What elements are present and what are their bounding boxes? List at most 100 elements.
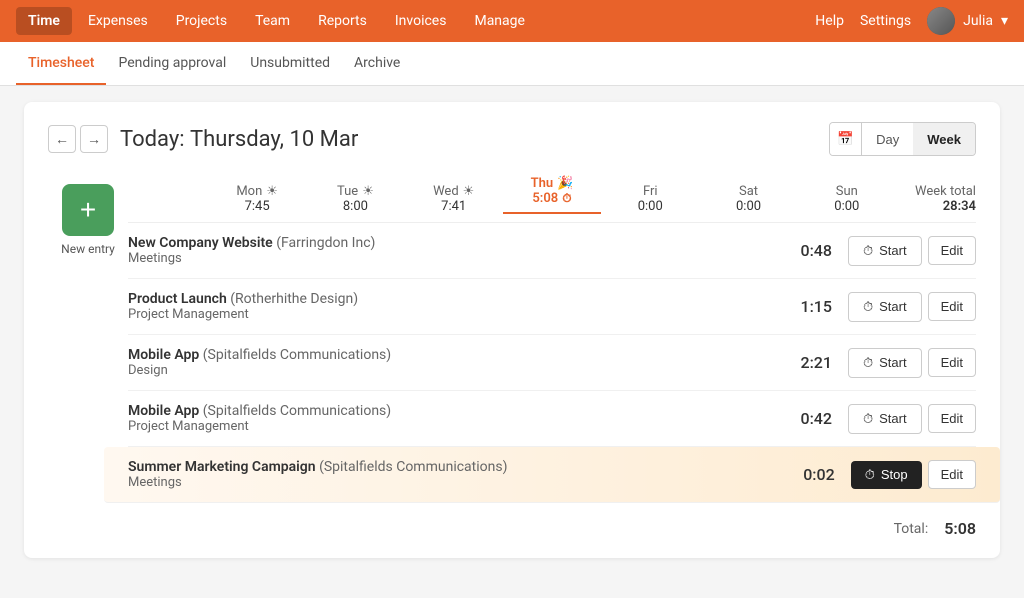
nav-projects[interactable]: Projects bbox=[164, 7, 239, 35]
day-fri-name: Fri bbox=[601, 184, 699, 199]
nav-team[interactable]: Team bbox=[243, 7, 302, 35]
day-wed-name: Wed ☀ bbox=[405, 184, 503, 199]
day-fri-hours: 0:00 bbox=[601, 199, 699, 214]
total-row: Total: 5:08 bbox=[128, 503, 976, 538]
entry-actions-1: ⏱ Start Edit bbox=[848, 236, 976, 266]
next-button[interactable]: → bbox=[80, 125, 108, 153]
entry-company-5: (Spitalfields Communications) bbox=[319, 459, 507, 475]
edit-button-3[interactable]: Edit bbox=[928, 348, 976, 377]
wed-icon: ☀ bbox=[463, 184, 475, 199]
entry-task-3: Design bbox=[128, 363, 782, 378]
entry-project-3: Mobile App (Spitalfields Communications) bbox=[128, 347, 782, 363]
day-sun[interactable]: Sun 0:00 bbox=[798, 184, 896, 214]
tab-unsubmitted[interactable]: Unsubmitted bbox=[238, 43, 342, 85]
calendar-button[interactable]: 📅 bbox=[830, 123, 862, 155]
entry-actions-3: ⏱ Start Edit bbox=[848, 348, 976, 378]
view-controls: 📅 Day Week bbox=[829, 122, 976, 156]
tab-timesheet[interactable]: Timesheet bbox=[16, 43, 106, 85]
entry-task-4: Project Management bbox=[128, 419, 782, 434]
week-total-label: Week total bbox=[896, 184, 976, 199]
entry-row-1: New Company Website (Farringdon Inc) Mee… bbox=[128, 223, 976, 279]
edit-button-2[interactable]: Edit bbox=[928, 292, 976, 321]
entry-info-3: Mobile App (Spitalfields Communications)… bbox=[128, 347, 782, 378]
entry-project-name-3: Mobile App bbox=[128, 347, 199, 363]
day-thu[interactable]: Thu 🎉 5:08 ⏱ bbox=[503, 176, 601, 214]
total-value: 5:08 bbox=[944, 519, 976, 538]
nav-arrows: ← → bbox=[48, 125, 108, 153]
day-thu-hours: 5:08 ⏱ bbox=[503, 191, 601, 206]
day-view-button[interactable]: Day bbox=[862, 123, 913, 155]
edit-button-1[interactable]: Edit bbox=[928, 236, 976, 265]
nav-reports[interactable]: Reports bbox=[306, 7, 379, 35]
prev-button[interactable]: ← bbox=[48, 125, 76, 153]
day-fri[interactable]: Fri 0:00 bbox=[601, 184, 699, 214]
day-tue-hours: 8:00 bbox=[306, 199, 404, 214]
entry-task-1: Meetings bbox=[128, 251, 782, 266]
nav-right: Help Settings Julia ▾ bbox=[815, 7, 1008, 35]
start-button-3[interactable]: ⏱ Start bbox=[848, 348, 922, 378]
day-wed-hours: 7:41 bbox=[405, 199, 503, 214]
stop-icon: ⏱ bbox=[865, 467, 875, 483]
tab-pending-approval[interactable]: Pending approval bbox=[106, 43, 238, 85]
clock-icon-3: ⏱ bbox=[863, 355, 873, 371]
entry-project-1: New Company Website (Farringdon Inc) bbox=[128, 235, 782, 251]
new-entry-label: New entry bbox=[61, 242, 115, 256]
entry-time-2: 1:15 bbox=[782, 297, 832, 316]
help-link[interactable]: Help bbox=[815, 13, 844, 29]
start-button-2[interactable]: ⏱ Start bbox=[848, 292, 922, 322]
user-area[interactable]: Julia ▾ bbox=[927, 7, 1008, 35]
edit-button-5[interactable]: Edit bbox=[928, 460, 976, 489]
day-tue[interactable]: Tue ☀ 8:00 bbox=[306, 184, 404, 214]
week-total: Week total 28:34 bbox=[896, 184, 976, 214]
stop-label-5: Stop bbox=[881, 467, 908, 482]
day-mon-hours: 7:45 bbox=[208, 199, 306, 214]
entry-row-4: Mobile App (Spitalfields Communications)… bbox=[128, 391, 976, 447]
entry-row-5-active: Summer Marketing Campaign (Spitalfields … bbox=[104, 447, 1000, 503]
entry-company-2: (Rotherhithe Design) bbox=[230, 291, 358, 307]
entry-project-5: Summer Marketing Campaign (Spitalfields … bbox=[128, 459, 785, 475]
start-button-1[interactable]: ⏱ Start bbox=[848, 236, 922, 266]
entry-info-2: Product Launch (Rotherhithe Design) Proj… bbox=[128, 291, 782, 322]
days-row: Mon ☀ 7:45 Tue ☀ 8:00 Wed ☀ 7:41 Thu 🎉 5… bbox=[128, 176, 976, 223]
nav-time[interactable]: Time bbox=[16, 7, 72, 35]
stop-button-5[interactable]: ⏱ Stop bbox=[851, 461, 922, 489]
tue-icon: ☀ bbox=[362, 184, 374, 199]
day-mon-name: Mon ☀ bbox=[208, 184, 306, 199]
tab-archive[interactable]: Archive bbox=[342, 43, 412, 85]
day-sat-hours: 0:00 bbox=[699, 199, 797, 214]
entry-time-4: 0:42 bbox=[782, 409, 832, 428]
entry-task-2: Project Management bbox=[128, 307, 782, 322]
entry-info-1: New Company Website (Farringdon Inc) Mee… bbox=[128, 235, 782, 266]
main-content: ← → Today: Thursday, 10 Mar 📅 Day Week + bbox=[0, 86, 1024, 598]
week-view-button[interactable]: Week bbox=[913, 123, 975, 155]
start-label-3: Start bbox=[879, 355, 906, 370]
settings-link[interactable]: Settings bbox=[860, 13, 911, 29]
top-nav: Time Expenses Projects Team Reports Invo… bbox=[0, 0, 1024, 42]
plus-icon: + bbox=[80, 196, 96, 224]
username: Julia bbox=[963, 13, 993, 29]
thu-icon: 🎉 bbox=[557, 176, 573, 191]
nav-invoices[interactable]: Invoices bbox=[383, 7, 459, 35]
entry-company-1: (Farringdon Inc) bbox=[276, 235, 375, 251]
day-mon[interactable]: Mon ☀ 7:45 bbox=[208, 184, 306, 214]
day-wed[interactable]: Wed ☀ 7:41 bbox=[405, 184, 503, 214]
entry-actions-5: ⏱ Stop Edit bbox=[851, 460, 976, 489]
new-entry-button[interactable]: + bbox=[62, 184, 114, 236]
nav-expenses[interactable]: Expenses bbox=[76, 7, 160, 35]
timesheet-card: ← → Today: Thursday, 10 Mar 📅 Day Week + bbox=[24, 102, 1000, 558]
chevron-down-icon: ▾ bbox=[1001, 13, 1008, 29]
entries-panel: Mon ☀ 7:45 Tue ☀ 8:00 Wed ☀ 7:41 Thu 🎉 5… bbox=[128, 176, 976, 538]
day-thu-name: Thu 🎉 bbox=[503, 176, 601, 191]
start-label-2: Start bbox=[879, 299, 906, 314]
entry-row-2: Product Launch (Rotherhithe Design) Proj… bbox=[128, 279, 976, 335]
edit-button-4[interactable]: Edit bbox=[928, 404, 976, 433]
entry-project-name-4: Mobile App bbox=[128, 403, 199, 419]
entry-project-name-5: Summer Marketing Campaign bbox=[128, 459, 316, 475]
start-label-4: Start bbox=[879, 411, 906, 426]
day-sat[interactable]: Sat 0:00 bbox=[699, 184, 797, 214]
entry-row-3: Mobile App (Spitalfields Communications)… bbox=[128, 335, 976, 391]
nav-manage[interactable]: Manage bbox=[462, 7, 536, 35]
day-sun-hours: 0:00 bbox=[798, 199, 896, 214]
page-title: Today: Thursday, 10 Mar bbox=[120, 127, 817, 152]
start-button-4[interactable]: ⏱ Start bbox=[848, 404, 922, 434]
